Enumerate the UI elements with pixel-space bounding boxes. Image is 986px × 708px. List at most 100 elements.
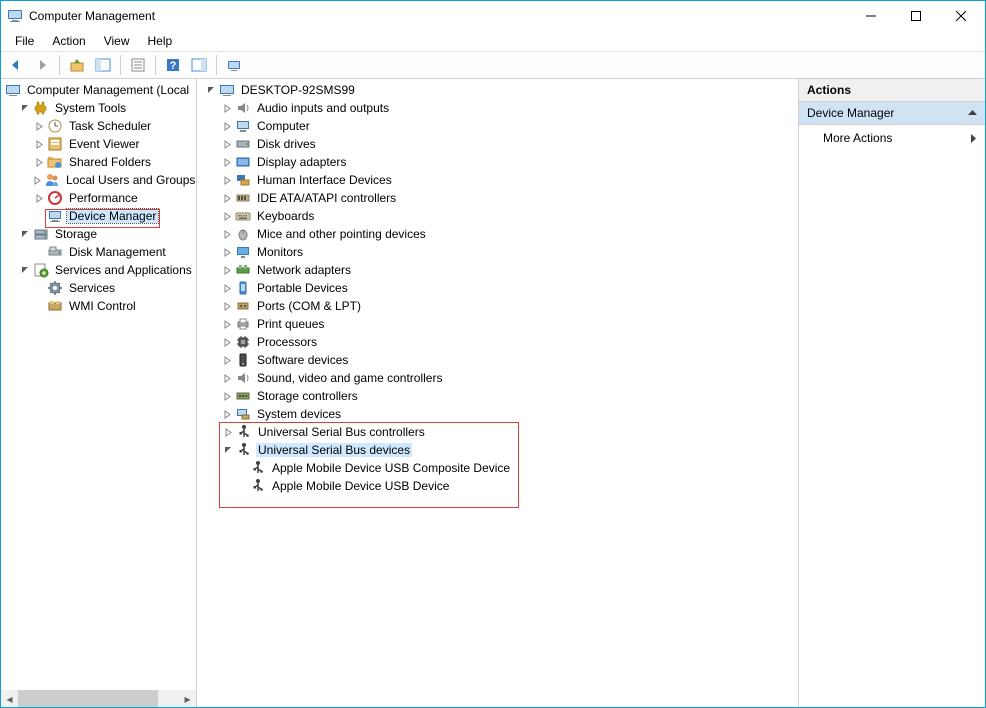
device-hid[interactable]: Human Interface Devices bbox=[205, 171, 798, 189]
actions-pane: Actions Device Manager More Actions bbox=[799, 79, 985, 707]
device-portable[interactable]: Portable Devices bbox=[205, 279, 798, 297]
tree-system-tools[interactable]: System Tools bbox=[3, 99, 196, 117]
help-button[interactable]: ? bbox=[162, 54, 184, 76]
tree-shared-folders[interactable]: Shared Folders bbox=[3, 153, 196, 171]
services-label: Services bbox=[67, 281, 117, 295]
expand-icon[interactable] bbox=[33, 138, 45, 150]
properties-button[interactable] bbox=[127, 54, 149, 76]
expand-icon[interactable] bbox=[221, 390, 233, 402]
expand-icon[interactable] bbox=[221, 228, 233, 240]
expand-icon[interactable] bbox=[33, 120, 45, 132]
device-audio[interactable]: Audio inputs and outputs bbox=[205, 99, 798, 117]
device-mice[interactable]: Mice and other pointing devices bbox=[205, 225, 798, 243]
expand-icon[interactable] bbox=[33, 192, 45, 204]
sysdev-label: System devices bbox=[255, 407, 343, 421]
expand-icon[interactable] bbox=[221, 174, 233, 186]
audio-label: Audio inputs and outputs bbox=[255, 101, 391, 115]
device-sysdev[interactable]: System devices bbox=[205, 405, 798, 423]
scroll-right-arrow[interactable]: ▸ bbox=[179, 690, 196, 707]
expand-icon[interactable] bbox=[33, 156, 45, 168]
tree-root[interactable]: Computer Management (Local bbox=[3, 81, 196, 99]
device-processors[interactable]: Processors bbox=[205, 333, 798, 351]
device-usbdev[interactable]: Universal Serial Bus devices bbox=[220, 441, 518, 459]
monitors-label: Monitors bbox=[255, 245, 305, 259]
maximize-button[interactable] bbox=[893, 2, 938, 30]
event-viewer-label: Event Viewer bbox=[67, 137, 141, 151]
actions-selected[interactable]: Device Manager bbox=[799, 102, 985, 125]
collapse-icon[interactable] bbox=[19, 228, 31, 240]
tree-storage[interactable]: Storage bbox=[3, 225, 196, 243]
tree-local-users[interactable]: Local Users and Groups bbox=[3, 171, 196, 189]
collapse-icon[interactable] bbox=[19, 102, 31, 114]
tree-disk-management[interactable]: Disk Management bbox=[3, 243, 196, 261]
expand-icon[interactable] bbox=[222, 426, 234, 438]
menu-help[interactable]: Help bbox=[140, 32, 181, 50]
forward-button[interactable] bbox=[31, 54, 53, 76]
scrollbar-horizontal[interactable]: ◂ ▸ bbox=[1, 690, 196, 707]
tree-device-manager[interactable]: Device Manager bbox=[3, 207, 196, 225]
menu-view[interactable]: View bbox=[96, 32, 138, 50]
expand-icon[interactable] bbox=[221, 408, 233, 420]
expand-icon[interactable] bbox=[221, 210, 233, 222]
ide-label: IDE ATA/ATAPI controllers bbox=[255, 191, 398, 205]
device-apple2[interactable]: Apple Mobile Device USB Device bbox=[220, 477, 518, 495]
expand-icon[interactable] bbox=[33, 174, 42, 186]
device-ports[interactable]: Ports (COM & LPT) bbox=[205, 297, 798, 315]
expand-icon[interactable] bbox=[221, 246, 233, 258]
expand-icon[interactable] bbox=[221, 336, 233, 348]
device-printq[interactable]: Print queues bbox=[205, 315, 798, 333]
collapse-icon[interactable] bbox=[19, 264, 31, 276]
show-hide-action-button[interactable] bbox=[188, 54, 210, 76]
expand-icon[interactable] bbox=[221, 120, 233, 132]
scan-hardware-button[interactable] bbox=[223, 54, 245, 76]
expand-icon[interactable] bbox=[221, 354, 233, 366]
ide-icon bbox=[235, 190, 251, 206]
device-monitors[interactable]: Monitors bbox=[205, 243, 798, 261]
tree-wmi-control[interactable]: WMI Control bbox=[3, 297, 196, 315]
tree-performance[interactable]: Performance bbox=[3, 189, 196, 207]
expand-icon[interactable] bbox=[221, 264, 233, 276]
expand-icon[interactable] bbox=[221, 372, 233, 384]
show-hide-tree-button[interactable] bbox=[92, 54, 114, 76]
device-apple1[interactable]: Apple Mobile Device USB Composite Device bbox=[220, 459, 518, 477]
expand-icon[interactable] bbox=[221, 138, 233, 150]
shared-folders-label: Shared Folders bbox=[67, 155, 153, 169]
tree-services[interactable]: Services bbox=[3, 279, 196, 297]
device-software[interactable]: Software devices bbox=[205, 351, 798, 369]
up-button[interactable] bbox=[66, 54, 88, 76]
expand-icon[interactable] bbox=[221, 102, 233, 114]
device-disk[interactable]: Disk drives bbox=[205, 135, 798, 153]
expand-icon[interactable] bbox=[221, 192, 233, 204]
actions-more[interactable]: More Actions bbox=[799, 125, 985, 151]
device-sound[interactable]: Sound, video and game controllers bbox=[205, 369, 798, 387]
titlebar: Computer Management bbox=[1, 1, 985, 31]
menu-action[interactable]: Action bbox=[44, 32, 93, 50]
collapse-icon[interactable] bbox=[205, 84, 217, 96]
device-usbctl[interactable]: Universal Serial Bus controllers bbox=[220, 423, 518, 441]
device-network[interactable]: Network adapters bbox=[205, 261, 798, 279]
tree-services-apps[interactable]: Services and Applications bbox=[3, 261, 196, 279]
content-area: Computer Management (Local System Tools … bbox=[1, 79, 985, 707]
device-ide[interactable]: IDE ATA/ATAPI controllers bbox=[205, 189, 798, 207]
toolbar: ? bbox=[1, 51, 985, 79]
tree-task-scheduler[interactable]: Task Scheduler bbox=[3, 117, 196, 135]
device-computer[interactable]: Computer bbox=[205, 117, 798, 135]
device-storagectl[interactable]: Storage controllers bbox=[205, 387, 798, 405]
tree-event-viewer[interactable]: Event Viewer bbox=[3, 135, 196, 153]
device-keyboards[interactable]: Keyboards bbox=[205, 207, 798, 225]
scrollbar-thumb[interactable] bbox=[18, 690, 158, 707]
system-devices-icon bbox=[235, 406, 251, 422]
scroll-left-arrow[interactable]: ◂ bbox=[1, 690, 18, 707]
back-button[interactable] bbox=[5, 54, 27, 76]
expand-icon[interactable] bbox=[221, 156, 233, 168]
expand-icon[interactable] bbox=[221, 282, 233, 294]
collapse-icon[interactable] bbox=[222, 444, 234, 456]
minimize-button[interactable] bbox=[848, 2, 893, 30]
device-display[interactable]: Display adapters bbox=[205, 153, 798, 171]
device-root[interactable]: DESKTOP-92SMS99 bbox=[205, 81, 798, 99]
expand-icon[interactable] bbox=[221, 318, 233, 330]
left-tree-pane: Computer Management (Local System Tools … bbox=[1, 79, 197, 707]
menu-file[interactable]: File bbox=[7, 32, 42, 50]
expand-icon[interactable] bbox=[221, 300, 233, 312]
close-button[interactable] bbox=[938, 2, 983, 30]
